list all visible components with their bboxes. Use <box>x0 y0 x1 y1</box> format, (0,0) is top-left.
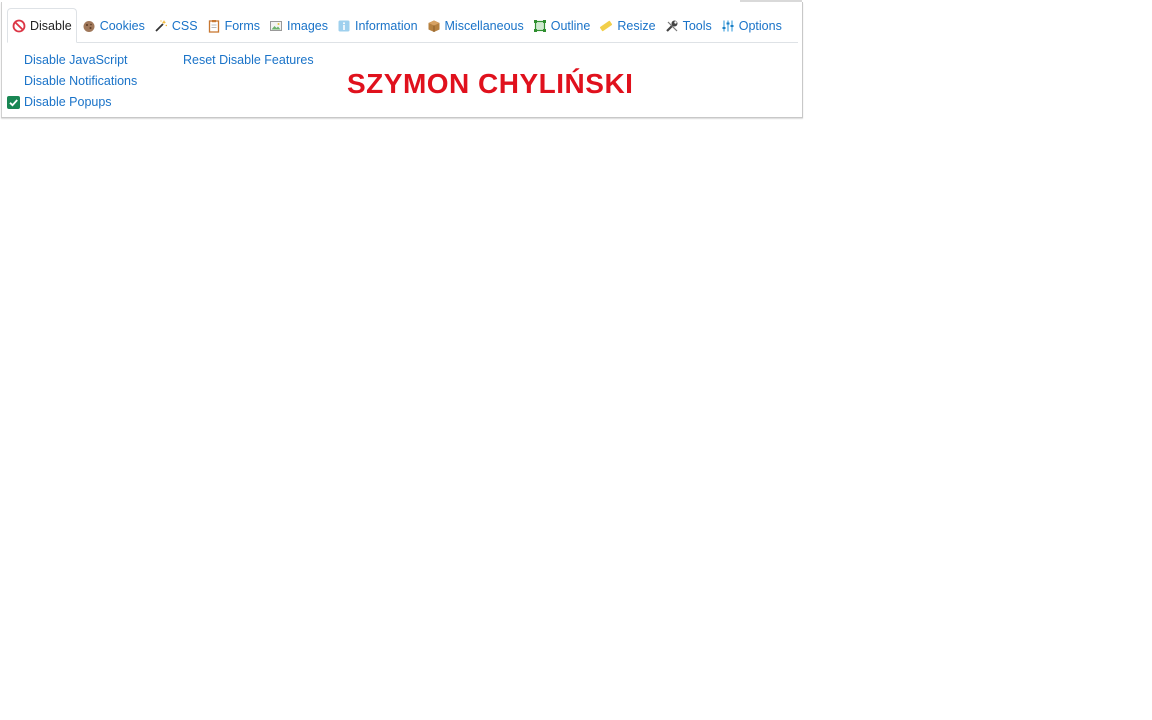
tab-tools[interactable]: Tools <box>661 10 716 42</box>
tab-options[interactable]: Options <box>717 10 786 42</box>
magic-wand-icon <box>154 19 168 33</box>
disable-icon <box>12 19 26 33</box>
tab-label: Resize <box>617 19 656 33</box>
tab-label: Disable <box>30 18 72 33</box>
ruler-icon <box>599 19 613 33</box>
tab-label: Miscellaneous <box>444 19 524 33</box>
tab-images[interactable]: Images <box>265 10 332 42</box>
cookie-icon <box>82 19 96 33</box>
tab-label: Forms <box>224 19 260 33</box>
disable-notifications-link[interactable]: Disable Notifications <box>24 74 137 88</box>
package-icon <box>427 19 441 33</box>
tab-disable[interactable]: Disable <box>7 8 77 43</box>
disable-popups-checkbox[interactable] <box>7 96 20 109</box>
tab-resize[interactable]: Resize <box>595 10 659 42</box>
tab-label: Tools <box>682 19 712 33</box>
sliders-icon <box>721 19 735 33</box>
outline-icon <box>533 19 547 33</box>
disable-popups-link[interactable]: Disable Popups <box>24 95 112 109</box>
web-developer-popup: Disable Cookies CSS Forms Images Informa… <box>1 2 803 118</box>
tab-information[interactable]: Information <box>333 10 422 42</box>
tab-label: CSS <box>171 19 198 33</box>
image-icon <box>269 19 283 33</box>
tab-miscellaneous[interactable]: Miscellaneous <box>423 10 528 42</box>
tab-label: Cookies <box>99 19 145 33</box>
watermark-text: SZYMON CHYLIŃSKI <box>347 68 634 99</box>
reset-disable-features-link[interactable]: Reset Disable Features <box>183 53 314 67</box>
tab-css[interactable]: CSS <box>150 10 202 42</box>
tab-cookies[interactable]: Cookies <box>78 10 149 42</box>
tab-label: Information <box>354 19 418 33</box>
clipboard-icon <box>207 19 221 33</box>
tab-label: Options <box>738 19 782 33</box>
disable-javascript-link[interactable]: Disable JavaScript <box>24 53 128 67</box>
tab-label: Outline <box>550 19 591 33</box>
tab-forms[interactable]: Forms <box>203 10 264 42</box>
tab-outline[interactable]: Outline <box>529 10 595 42</box>
info-icon <box>337 19 351 33</box>
tab-label: Images <box>286 19 328 33</box>
wrench-icon <box>665 19 679 33</box>
tab-bar: Disable Cookies CSS Forms Images Informa… <box>7 8 798 43</box>
